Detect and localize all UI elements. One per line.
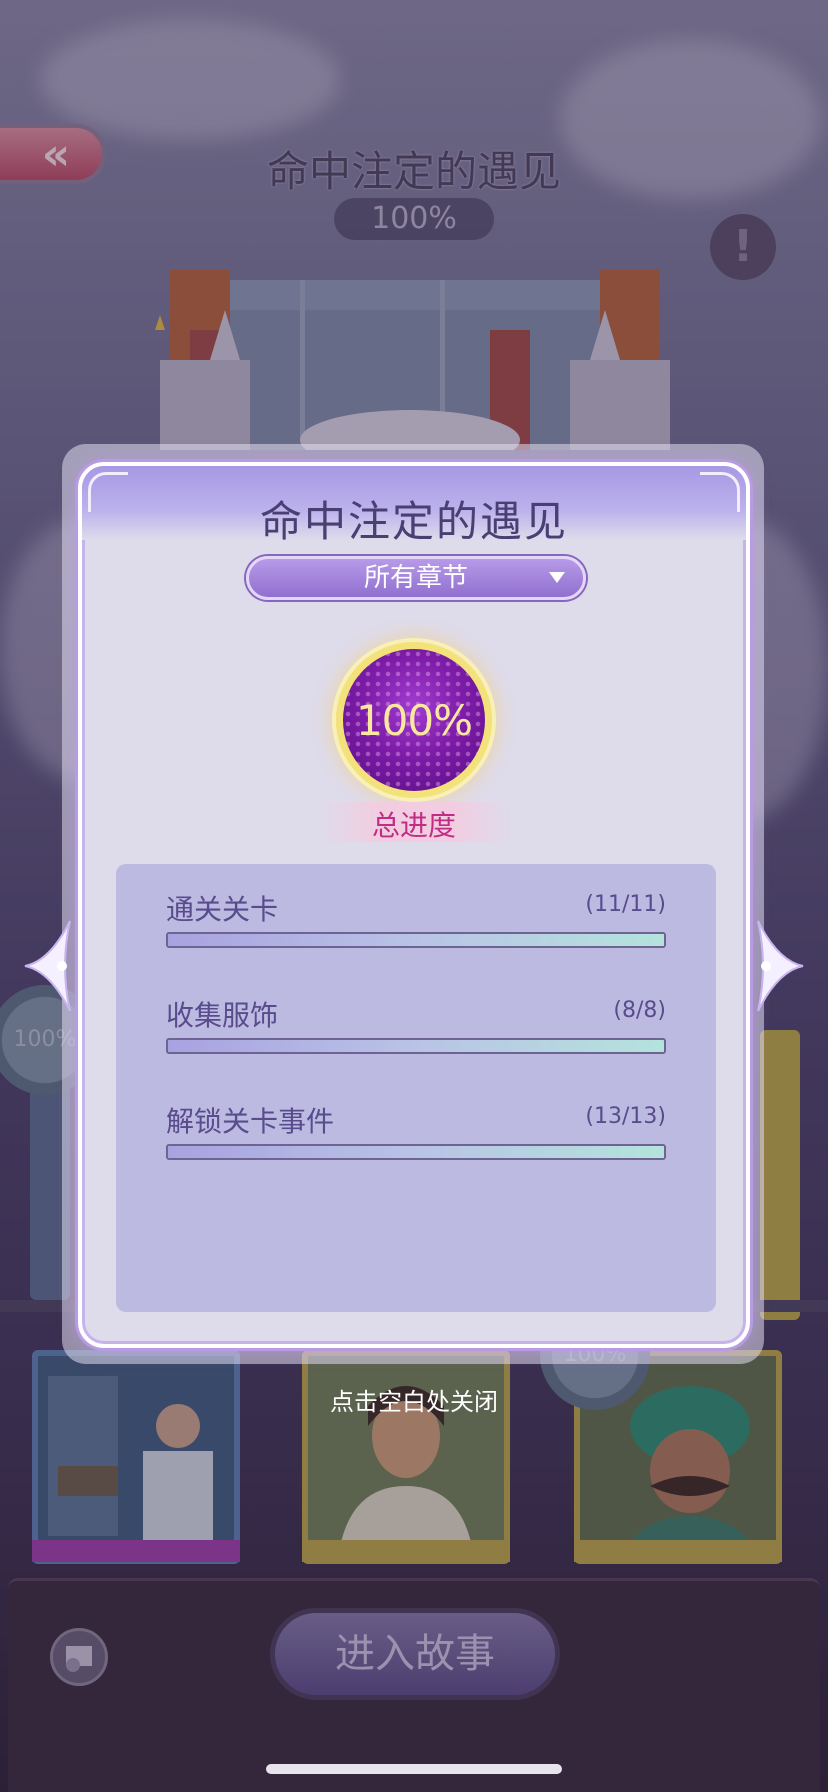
overall-progress-circle: 100% (336, 642, 492, 798)
overall-progress-label: 总进度 (371, 809, 456, 842)
stat-label: 解锁关卡事件 (166, 1105, 335, 1138)
stat-count: (13/13) (585, 1104, 666, 1129)
stat-label: 通关关卡 (166, 893, 279, 926)
prev-arrow-button[interactable] (20, 916, 80, 1016)
close-hint: 点击空白处关闭 (330, 1388, 498, 1416)
stat-row-events: 解锁关卡事件 (13/13) (166, 1100, 666, 1170)
arrow-left-icon (24, 920, 71, 1012)
stat-progress-bar (166, 932, 666, 948)
stat-row-levels: 通关关卡 (11/11) (166, 888, 666, 958)
stat-progress-fill (168, 934, 664, 946)
stat-count: (8/8) (613, 998, 666, 1023)
stat-progress-bar (166, 1144, 666, 1160)
chevron-down-icon (549, 572, 565, 583)
stat-row-outfits: 收集服饰 (8/8) (166, 994, 666, 1064)
next-arrow-button[interactable] (748, 916, 808, 1016)
stats-panel: 通关关卡 (11/11) 收集服饰 (8/8) 解锁关卡事件 (13/13) (116, 864, 716, 1312)
stat-count: (11/11) (585, 892, 666, 917)
overall-progress-value: 100% (355, 695, 473, 745)
chapter-select-label: 所有章节 (363, 563, 468, 593)
modal-title: 命中注定的遇见 (259, 497, 568, 546)
stat-progress-bar (166, 1038, 666, 1054)
progress-modal: 命中注定的遇见 所有章节 100% 总进度 通关关卡 (11/11) 收集服饰 … (78, 462, 750, 1348)
stat-progress-fill (168, 1146, 664, 1158)
home-indicator[interactable] (266, 1764, 562, 1774)
arrow-right-icon (757, 920, 804, 1012)
stat-label: 收集服饰 (166, 999, 279, 1032)
chapter-select[interactable]: 所有章节 (246, 556, 586, 600)
stat-progress-fill (168, 1040, 664, 1052)
